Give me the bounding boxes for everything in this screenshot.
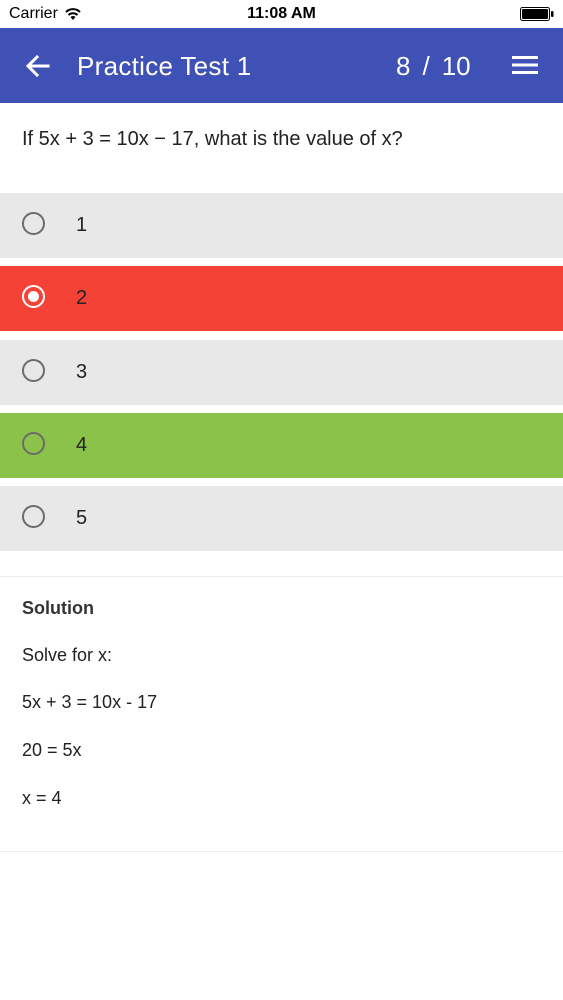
total-questions: 10 bbox=[441, 51, 471, 81]
radio-button-icon[interactable] bbox=[22, 212, 45, 235]
answer-option-label: 2 bbox=[76, 287, 88, 309]
arrow-left-icon[interactable] bbox=[24, 52, 52, 80]
answer-option-1[interactable]: 1 bbox=[0, 193, 563, 258]
hamburger-menu-icon[interactable] bbox=[512, 54, 538, 76]
divider bbox=[0, 576, 563, 577]
radio-button-icon[interactable] bbox=[22, 432, 45, 455]
divider bbox=[0, 851, 563, 852]
app-bar: Practice Test 1 8 / 10 bbox=[0, 28, 563, 103]
answer-option-label: 5 bbox=[76, 507, 88, 529]
page-title: Practice Test 1 bbox=[77, 51, 252, 81]
solution-line: 20 = 5x bbox=[22, 740, 82, 760]
solution-heading: Solution bbox=[22, 598, 94, 618]
radio-button-icon[interactable] bbox=[22, 505, 45, 528]
radio-button-icon[interactable] bbox=[22, 359, 45, 382]
status-bar: Carrier 11:08 AM bbox=[0, 0, 563, 28]
question-progress: 8 / 10 bbox=[396, 51, 471, 82]
answer-option-label: 1 bbox=[76, 214, 88, 236]
answer-option-4[interactable]: 4 bbox=[0, 413, 563, 478]
battery-icon bbox=[520, 7, 554, 21]
radio-button-selected-icon[interactable] bbox=[22, 285, 45, 308]
answer-option-label: 3 bbox=[76, 361, 88, 383]
status-time: 11:08 AM bbox=[247, 5, 316, 22]
answer-option-5[interactable]: 5 bbox=[0, 486, 563, 551]
current-question-number: 8 bbox=[396, 51, 411, 81]
answer-option-label: 4 bbox=[76, 434, 88, 456]
progress-separator: / bbox=[422, 51, 430, 81]
solution-line: x = 4 bbox=[22, 788, 62, 808]
answer-option-2[interactable]: 2 bbox=[0, 266, 563, 331]
solution-line: 5x + 3 = 10x - 17 bbox=[22, 692, 158, 712]
question-text: If 5x + 3 = 10x − 17, what is the value … bbox=[22, 128, 403, 150]
answer-option-3[interactable]: 3 bbox=[0, 340, 563, 405]
solution-line: Solve for x: bbox=[22, 645, 113, 665]
